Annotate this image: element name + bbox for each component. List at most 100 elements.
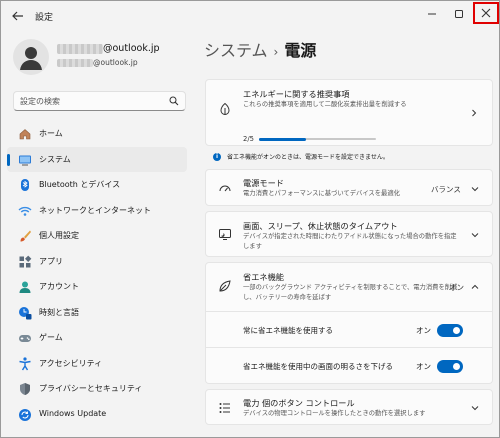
chevron-down-icon xyxy=(471,233,479,238)
sidebar-item-windows-update[interactable]: Windows Update xyxy=(7,402,187,428)
power-mode-desc: 電力消費とパフォーマンスに基づいてデバイスを最適化 xyxy=(243,190,400,197)
power-mode-card[interactable]: 電源モード 電力消費とパフォーマンスに基づいてデバイスを最適化 バランス xyxy=(205,169,493,206)
progress-label: 2/5 xyxy=(243,135,254,143)
power-mode-title: 電源モード xyxy=(243,178,284,188)
sidebar-item-bluetooth[interactable]: Bluetooth とデバイス xyxy=(7,172,187,198)
windows-update-icon xyxy=(19,408,31,421)
power-button-controls-card[interactable]: 電力 個のボタン コントロール デバイスの物理コントロールを操作したときの動作を… xyxy=(205,389,493,425)
controls-list-icon xyxy=(219,403,230,413)
sidebar-item-time-language[interactable]: 時刻と言語 xyxy=(7,300,187,326)
info-text: 省エネ機能がオンのときは、電源モードを設定できません。 xyxy=(227,154,389,161)
chevron-right-icon xyxy=(472,109,477,117)
main-content: システム › 電源 エネルギーに関する推奨事項 これらの推奨事項を適用して二酸化炭素… xyxy=(197,31,499,437)
close-icon xyxy=(481,8,491,18)
energy-recommendations-title: エネルギーに関する推奨事項 xyxy=(243,89,350,99)
energy-recommendations-card[interactable]: エネルギーに関する推奨事項 これらの推奨事項を適用して二酸化炭素排出量を削減する… xyxy=(205,79,493,146)
minimize-icon xyxy=(428,13,436,15)
search-box[interactable]: 設定の検索 xyxy=(13,91,186,111)
apps-icon xyxy=(19,255,32,267)
sidebar-item-apps[interactable]: アプリ xyxy=(7,249,187,275)
sidebar-item-label: プライバシーとセキュリティ xyxy=(39,384,143,393)
toggle-state-label: オン xyxy=(416,326,431,335)
screen-sleep-icon xyxy=(219,229,231,240)
redacted-name xyxy=(57,44,103,54)
app-title: 設定 xyxy=(35,13,54,23)
sidebar-item-label: アカウント xyxy=(39,282,79,291)
account-email-secondary: @outlook.jp xyxy=(57,58,197,68)
progress-bar xyxy=(259,137,376,141)
bluetooth-icon xyxy=(21,179,29,191)
lower-brightness-toggle[interactable] xyxy=(437,360,463,373)
leaf-icon xyxy=(220,102,230,115)
info-bar: i 省エネ機能がオンのときは、電源モードを設定できません。 xyxy=(205,150,493,164)
close-button[interactable] xyxy=(473,2,499,24)
speedometer-icon xyxy=(219,185,231,192)
screen-sleep-title: 画面、スリープ、休止状態のタイムアウト xyxy=(243,221,398,231)
power-mode-value[interactable]: バランス xyxy=(431,184,461,195)
sidebar-item-label: Windows Update xyxy=(39,408,107,418)
lower-brightness-label: 省エネ機能を使用中の画面の明るさを下げる xyxy=(243,362,393,371)
email-secondary-suffix: @outlook.jp xyxy=(93,58,138,67)
breadcrumb-root[interactable]: システム xyxy=(204,41,268,60)
breadcrumb-separator: › xyxy=(273,45,279,59)
sidebar-nav: ホーム システム Bluetooth とデバイス ネットワークとインターネット xyxy=(7,121,187,427)
sidebar-item-gaming[interactable]: ゲーム xyxy=(7,325,187,351)
info-icon: i xyxy=(213,153,221,161)
brush-icon xyxy=(20,230,31,242)
maximize-icon xyxy=(455,10,463,18)
sidebar-item-label: アプリ xyxy=(39,256,63,266)
sidebar: @outlook.jp @outlook.jp 設定の検索 ホーム システム B… xyxy=(1,31,197,437)
sidebar-item-label: 個人用設定 xyxy=(39,231,79,240)
accessibility-icon xyxy=(19,356,31,370)
avatar[interactable] xyxy=(13,39,49,75)
gamepad-icon xyxy=(19,335,31,342)
energy-saver-card[interactable]: 省エネ機能 一部のバックグラウンド アクティビティを制限することで、電力消費を削… xyxy=(205,262,493,312)
time-language-icon xyxy=(19,306,32,319)
minimize-button[interactable] xyxy=(421,4,443,24)
sidebar-item-label: 時刻と言語 xyxy=(39,307,79,317)
chevron-down-icon xyxy=(471,406,479,411)
screen-sleep-timeout-card[interactable]: 画面、スリープ、休止状態のタイムアウト デバイスが指定された時間にわたりアイドル… xyxy=(205,211,493,257)
sidebar-item-label: ゲーム xyxy=(39,333,63,342)
sidebar-item-system[interactable]: システム xyxy=(7,146,187,172)
sidebar-item-personalization[interactable]: 個人用設定 xyxy=(7,223,187,249)
sidebar-item-label: ネットワークとインターネット xyxy=(39,205,151,215)
search-icon[interactable] xyxy=(169,96,179,106)
shield-icon xyxy=(20,383,30,395)
sidebar-item-label: Bluetooth とデバイス xyxy=(39,180,121,189)
lower-brightness-row: 省エネ機能を使用中の画面の明るさを下げる オン xyxy=(205,348,493,384)
search-input[interactable]: 設定の検索 xyxy=(20,96,60,107)
settings-window: 設定 @outlook.jp @outlook.jp 設定の検索 ホーム システ… xyxy=(0,0,500,438)
sidebar-item-label: ホーム xyxy=(39,129,63,138)
sidebar-item-network[interactable]: ネットワークとインターネット xyxy=(7,198,187,224)
always-use-energy-saver-toggle[interactable] xyxy=(437,324,463,337)
toggle-state-label: オン xyxy=(416,362,431,371)
back-arrow-icon[interactable] xyxy=(11,9,25,23)
sidebar-item-label: アクセシビリティ xyxy=(39,358,103,368)
energy-saver-desc: 一部のバックグラウンド アクティビティを制限することで、電力消費を削減し、バッテ… xyxy=(243,284,458,301)
system-icon xyxy=(19,155,31,165)
always-use-energy-saver-row: 常に省エネ機能を使用する オン xyxy=(205,312,493,348)
power-button-title: 電力 個のボタン コントロール xyxy=(243,398,355,408)
account-email-primary: @outlook.jp xyxy=(57,43,197,55)
always-use-energy-saver-label: 常に省エネ機能を使用する xyxy=(243,326,333,335)
sidebar-item-accessibility[interactable]: アクセシビリティ xyxy=(7,351,187,377)
chevron-up-icon xyxy=(471,284,479,289)
maximize-button[interactable] xyxy=(448,4,470,24)
power-button-desc: デバイスの物理コントロールを操作したときの動作を選択します xyxy=(243,410,426,417)
sidebar-item-accounts[interactable]: アカウント xyxy=(7,274,187,300)
user-silhouette-icon xyxy=(20,47,42,70)
progress-fill xyxy=(259,137,306,141)
energy-saver-leaf-icon xyxy=(219,280,231,292)
email-primary-suffix: @outlook.jp xyxy=(103,43,160,54)
title-bar: 設定 xyxy=(1,1,499,31)
sidebar-item-label: システム xyxy=(39,154,71,164)
chevron-down-icon xyxy=(471,187,479,192)
energy-saver-value: オン xyxy=(449,283,464,292)
wifi-icon xyxy=(18,206,32,216)
account-icon xyxy=(19,281,31,293)
sidebar-item-home[interactable]: ホーム xyxy=(7,121,187,147)
sidebar-item-privacy-security[interactable]: プライバシーとセキュリティ xyxy=(7,376,187,402)
screen-sleep-desc: デバイスが指定された時間にわたりアイドル状態になった場合の動作を指定します xyxy=(243,233,457,250)
home-icon xyxy=(19,129,31,140)
